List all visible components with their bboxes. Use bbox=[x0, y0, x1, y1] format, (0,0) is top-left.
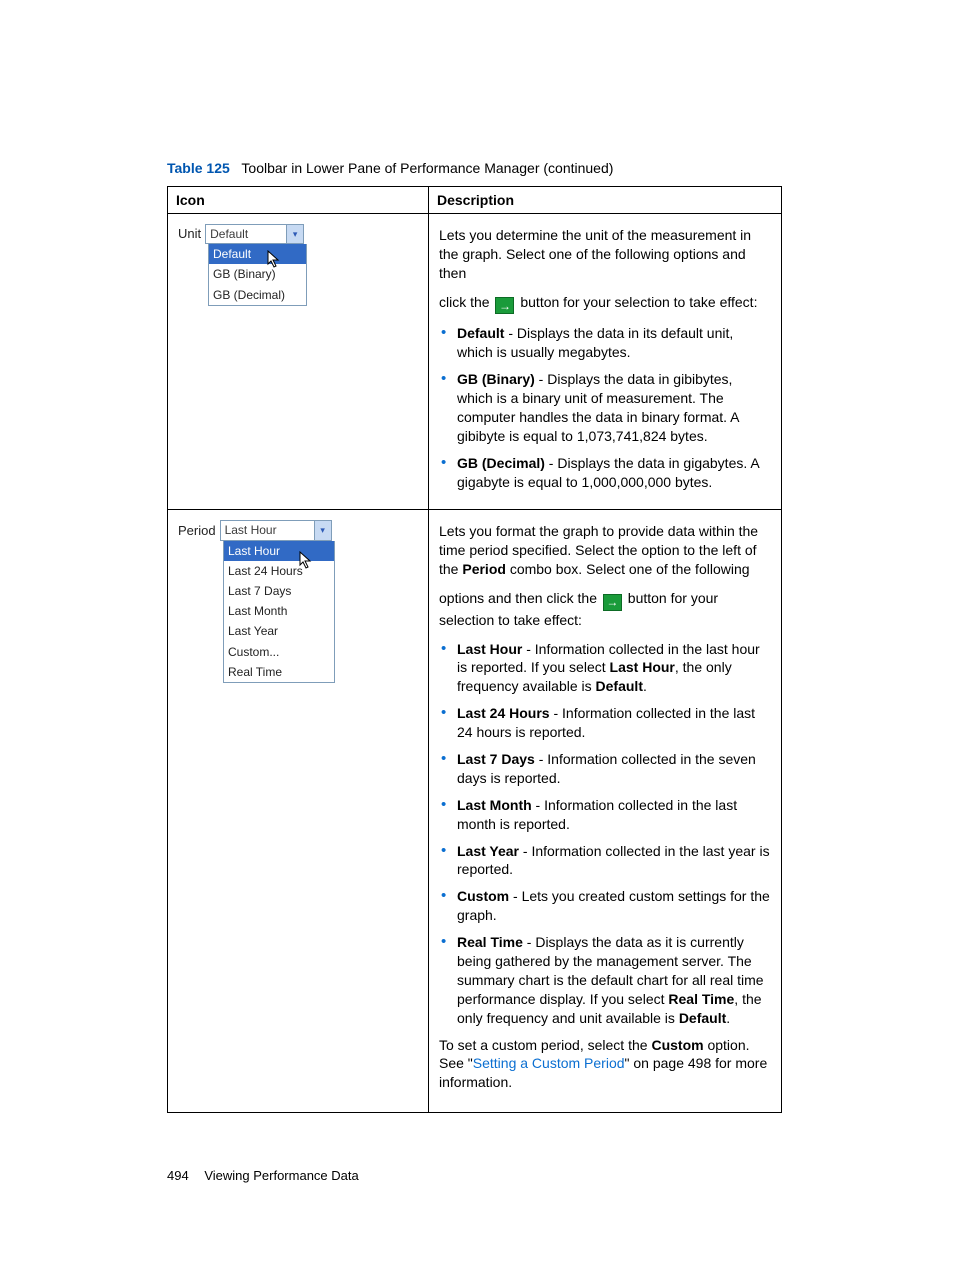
unit-combobox-value: Default bbox=[206, 225, 286, 243]
dropdown-item-gb-binary[interactable]: GB (Binary) bbox=[209, 264, 306, 284]
table-row: Unit Default ▾ Default GB (Binary) GB (D… bbox=[168, 214, 782, 510]
go-arrow-icon[interactable]: → bbox=[603, 594, 622, 611]
table-title: Toolbar in Lower Pane of Performance Man… bbox=[241, 160, 613, 176]
dropdown-item-gb-decimal[interactable]: GB (Decimal) bbox=[209, 285, 306, 305]
period-combobox[interactable]: Last Hour ▾ bbox=[220, 520, 332, 540]
dropdown-item-last-year[interactable]: Last Year bbox=[224, 621, 334, 641]
desc-cell-period: Lets you format the graph to provide dat… bbox=[429, 510, 782, 1113]
unit-combobox[interactable]: Default ▾ bbox=[205, 224, 304, 244]
table-row: Period Last Hour ▾ Last Hour Last 24 Hou… bbox=[168, 510, 782, 1113]
dropdown-item-real-time[interactable]: Real Time bbox=[224, 662, 334, 682]
unit-dropdown-list[interactable]: Default GB (Binary) GB (Decimal) bbox=[208, 244, 307, 306]
dropdown-item-last-month[interactable]: Last Month bbox=[224, 601, 334, 621]
cursor-icon bbox=[299, 551, 317, 569]
list-item: Last 7 Days - Information collected in t… bbox=[439, 750, 771, 788]
table-caption: Table 125 Toolbar in Lower Pane of Perfo… bbox=[167, 160, 814, 176]
header-icon: Icon bbox=[168, 187, 429, 214]
icon-cell-period: Period Last Hour ▾ Last Hour Last 24 Hou… bbox=[168, 510, 429, 1113]
bullet-list: Last Hour - Information collected in the… bbox=[439, 640, 771, 1028]
period-dropdown-illustration: Period Last Hour ▾ Last Hour Last 24 Hou… bbox=[178, 520, 418, 683]
dropdown-item-last-hour[interactable]: Last Hour bbox=[224, 541, 334, 561]
unit-label: Unit bbox=[178, 225, 201, 243]
paragraph: click the → button for your selection to… bbox=[439, 293, 771, 315]
paragraph: To set a custom period, select the Custo… bbox=[439, 1036, 771, 1093]
header-description: Description bbox=[429, 187, 782, 214]
dropdown-item-last-7[interactable]: Last 7 Days bbox=[224, 581, 334, 601]
bullet-list: Default - Displays the data in its defau… bbox=[439, 324, 771, 491]
dropdown-item-default[interactable]: Default bbox=[209, 244, 306, 264]
go-arrow-icon[interactable]: → bbox=[495, 297, 514, 314]
page-footer: 494 Viewing Performance Data bbox=[167, 1168, 814, 1183]
period-dropdown-list[interactable]: Last Hour Last 24 Hours Last 7 Days Last… bbox=[223, 541, 335, 683]
link-custom-period[interactable]: Setting a Custom Period bbox=[473, 1055, 625, 1071]
desc-cell-unit: Lets you determine the unit of the measu… bbox=[429, 214, 782, 510]
toolbar-table: Icon Description Unit Default ▾ bbox=[167, 186, 782, 1113]
chevron-down-icon[interactable]: ▾ bbox=[286, 225, 303, 243]
paragraph: Lets you format the graph to provide dat… bbox=[439, 522, 771, 579]
dropdown-item-last-24[interactable]: Last 24 Hours bbox=[224, 561, 334, 581]
page-content: Table 125 Toolbar in Lower Pane of Perfo… bbox=[0, 0, 954, 1283]
list-item: GB (Binary) - Displays the data in gibib… bbox=[439, 370, 771, 446]
list-item: Last Month - Information collected in th… bbox=[439, 796, 771, 834]
list-item: Custom - Lets you created custom setting… bbox=[439, 887, 771, 925]
cursor-icon bbox=[267, 250, 285, 268]
list-item: Last Hour - Information collected in the… bbox=[439, 640, 771, 697]
footer-title: Viewing Performance Data bbox=[204, 1168, 358, 1183]
period-label: Period bbox=[178, 522, 216, 540]
paragraph: Lets you determine the unit of the measu… bbox=[439, 226, 771, 283]
list-item: Last 24 Hours - Information collected in… bbox=[439, 704, 771, 742]
page-number: 494 bbox=[167, 1168, 189, 1183]
paragraph: options and then click the → button for … bbox=[439, 589, 771, 629]
list-item: Last Year - Information collected in the… bbox=[439, 842, 771, 880]
chevron-down-icon[interactable]: ▾ bbox=[314, 521, 331, 539]
icon-cell-unit: Unit Default ▾ Default GB (Binary) GB (D… bbox=[168, 214, 429, 510]
list-item: Real Time - Displays the data as it is c… bbox=[439, 933, 771, 1027]
period-combobox-value: Last Hour bbox=[221, 521, 314, 539]
unit-dropdown-illustration: Unit Default ▾ Default GB (Binary) GB (D… bbox=[178, 224, 418, 306]
list-item: Default - Displays the data in its defau… bbox=[439, 324, 771, 362]
table-number: Table 125 bbox=[167, 160, 230, 176]
dropdown-item-custom[interactable]: Custom... bbox=[224, 642, 334, 662]
list-item: GB (Decimal) - Displays the data in giga… bbox=[439, 454, 771, 492]
